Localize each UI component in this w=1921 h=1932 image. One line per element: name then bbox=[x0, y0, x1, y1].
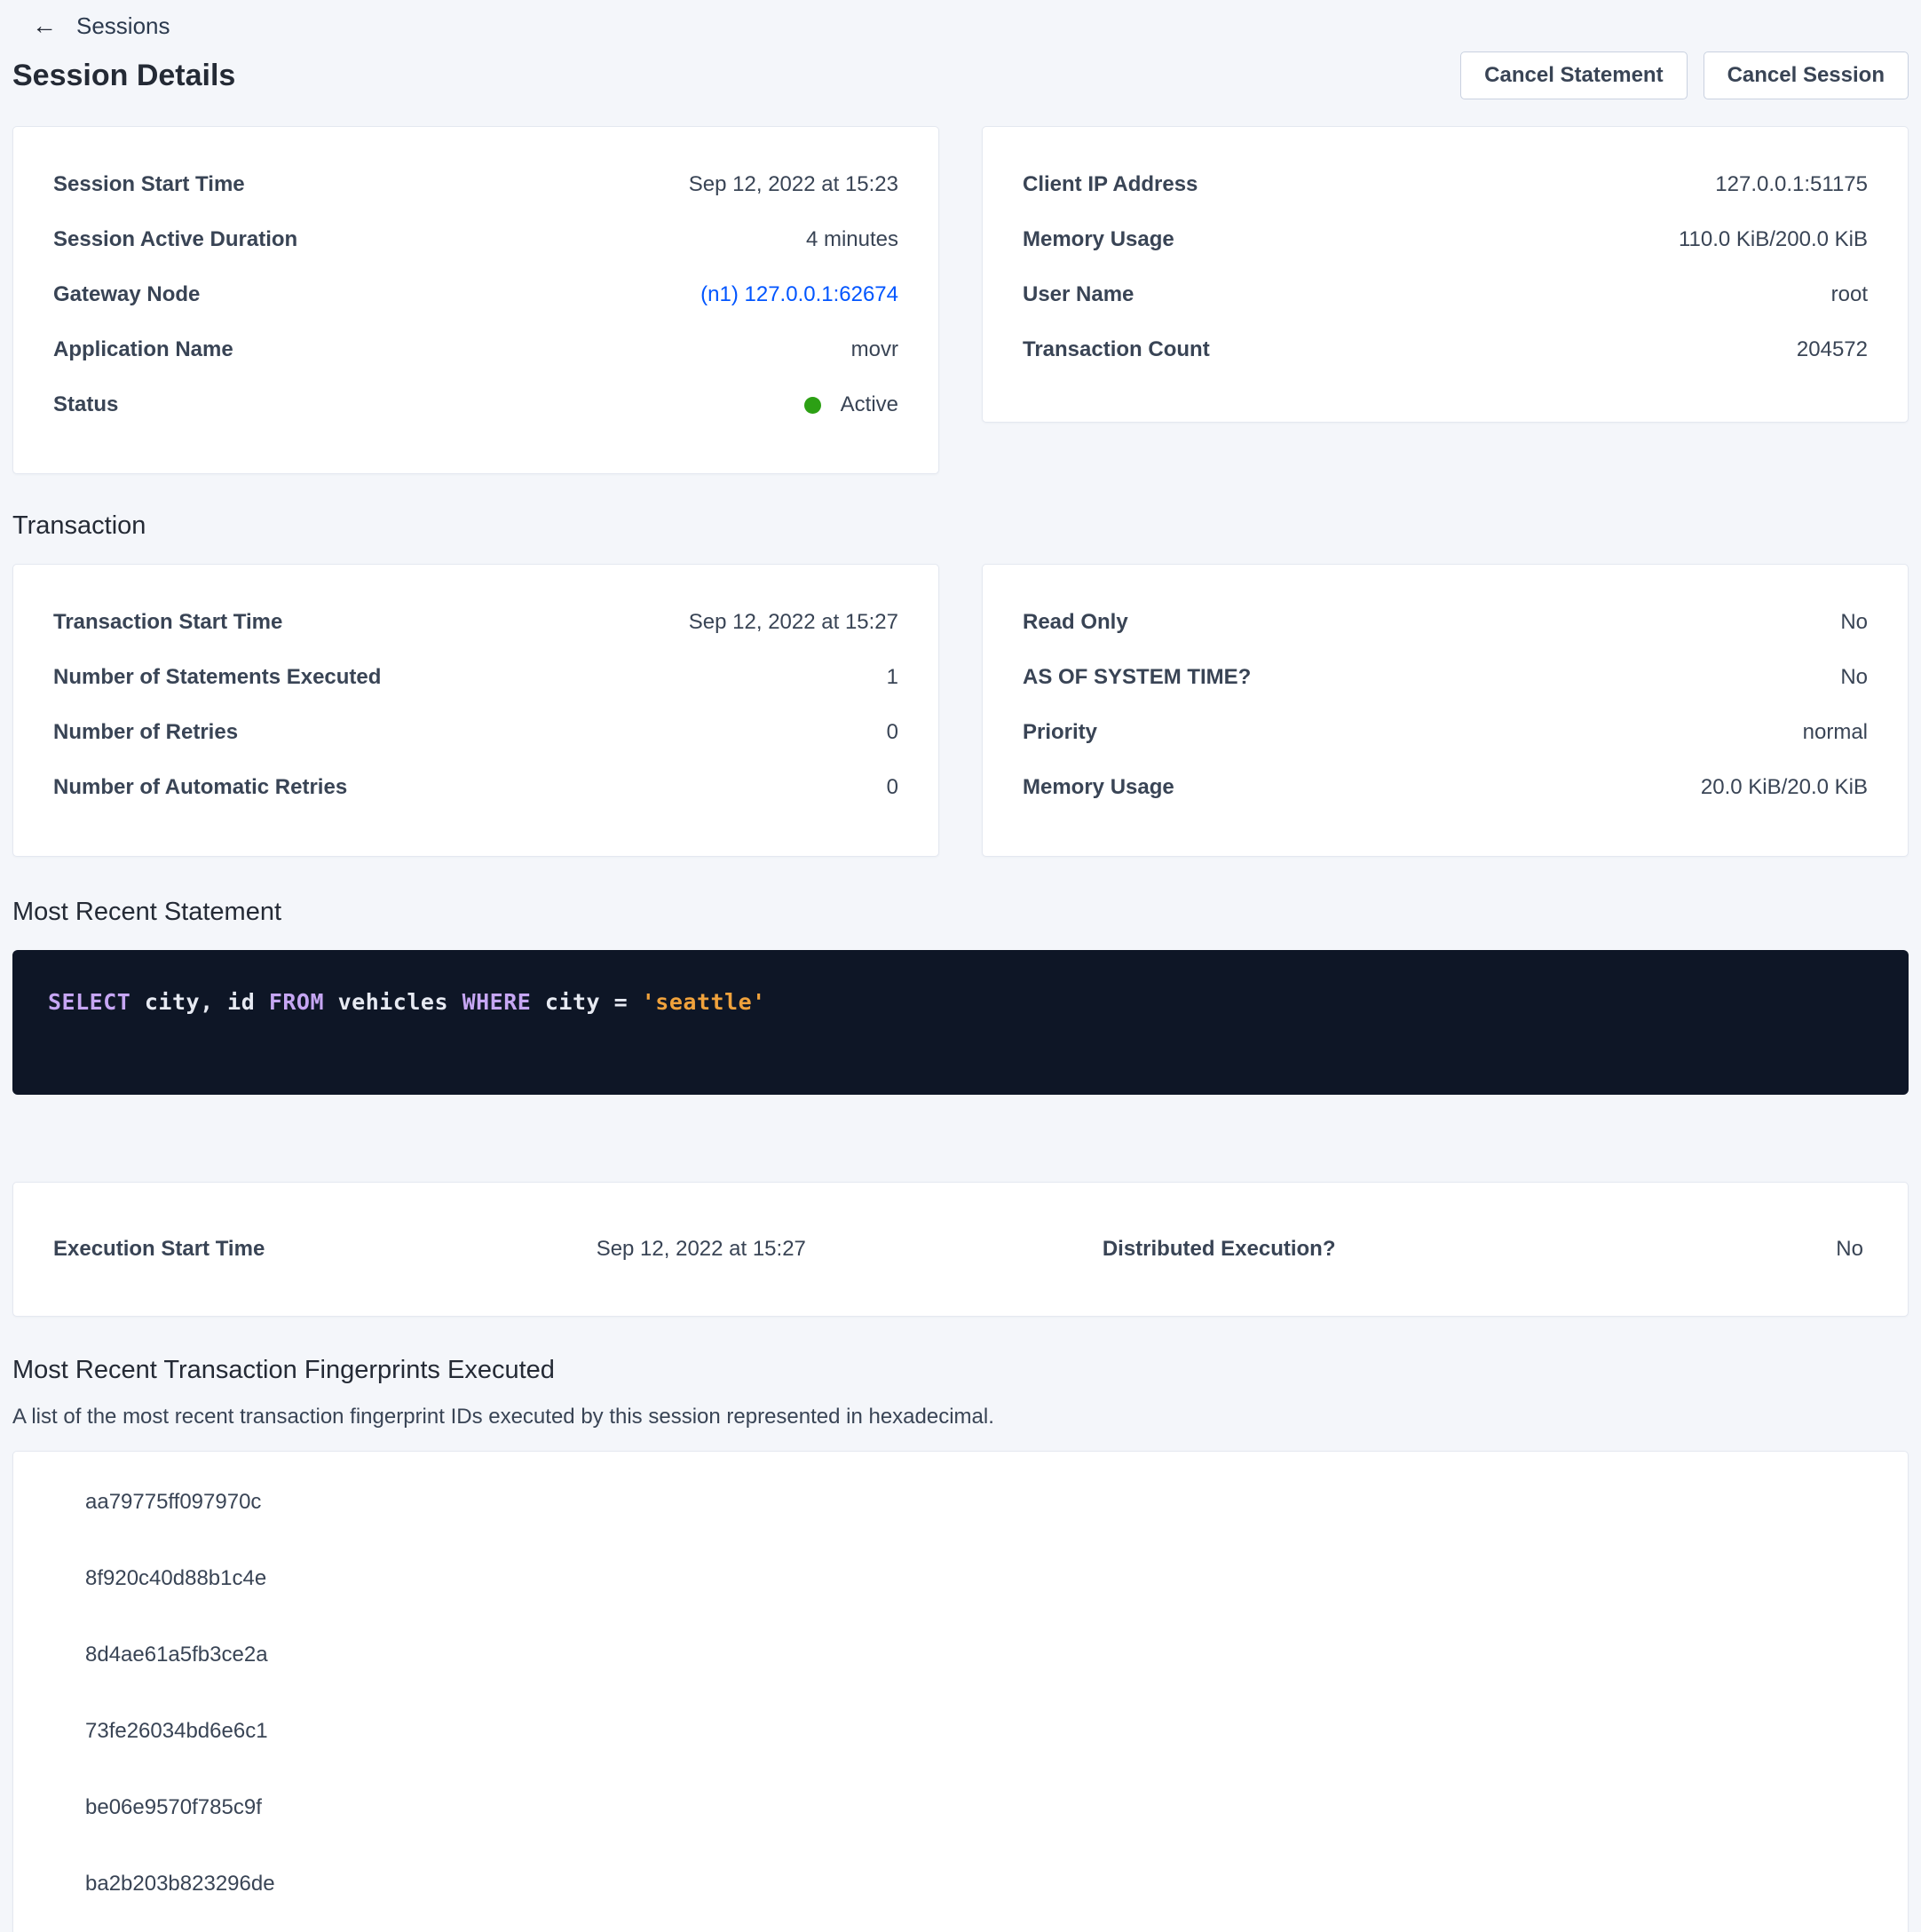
row-value: normal bbox=[1803, 720, 1868, 745]
fingerprint-list-item: 8d4ae61a5fb3ce2a bbox=[13, 1617, 1908, 1693]
transaction-start-time-row: Transaction Start Time Sep 12, 2022 at 1… bbox=[53, 595, 898, 650]
memory-usage-row: Memory Usage 110.0 KiB/200.0 KiB bbox=[1023, 212, 1868, 267]
session-summary-card-left: Session Start Time Sep 12, 2022 at 15:23… bbox=[12, 126, 939, 474]
status-row: Status Active bbox=[53, 377, 898, 432]
session-active-duration-row: Session Active Duration 4 minutes bbox=[53, 212, 898, 267]
execution-summary-card: Execution Start Time Sep 12, 2022 at 15:… bbox=[12, 1182, 1909, 1317]
row-label: Session Start Time bbox=[53, 172, 245, 197]
statements-executed-row: Number of Statements Executed 1 bbox=[53, 650, 898, 705]
most-recent-statement-heading: Most Recent Statement bbox=[12, 898, 1909, 927]
fingerprints-card: aa79775ff097970c 8f920c40d88b1c4e 8d4ae6… bbox=[12, 1451, 1909, 1932]
fingerprints-section-heading: Most Recent Transaction Fingerprints Exe… bbox=[12, 1356, 1909, 1385]
status-badge: Active bbox=[804, 392, 898, 417]
row-value: 204572 bbox=[1797, 337, 1868, 362]
transaction-count-row: Transaction Count 204572 bbox=[1023, 322, 1868, 377]
read-only-row: Read Only No bbox=[1023, 595, 1868, 650]
page-header: Session Details Cancel Statement Cancel … bbox=[0, 39, 1921, 99]
row-value: 127.0.0.1:51175 bbox=[1715, 172, 1868, 197]
application-name-row: Application Name movr bbox=[53, 322, 898, 377]
fingerprint-list-item: be06e9570f785c9f bbox=[13, 1770, 1908, 1846]
distributed-execution-value: No bbox=[1610, 1237, 1863, 1262]
status-active-dot-icon bbox=[804, 397, 821, 414]
row-label: Number of Statements Executed bbox=[53, 665, 381, 690]
priority-row: Priority normal bbox=[1023, 705, 1868, 760]
row-label: Gateway Node bbox=[53, 282, 200, 307]
gateway-node-row: Gateway Node (n1) 127.0.0.1:62674 bbox=[53, 267, 898, 322]
gateway-node-link[interactable]: (n1) 127.0.0.1:62674 bbox=[700, 282, 898, 307]
row-label: Transaction Count bbox=[1023, 337, 1210, 362]
row-label: Read Only bbox=[1023, 610, 1128, 635]
execution-start-time-label: Execution Start Time bbox=[53, 1237, 597, 1262]
row-label: Number of Retries bbox=[53, 720, 238, 745]
row-value: 110.0 KiB/200.0 KiB bbox=[1679, 227, 1868, 252]
transaction-memory-usage-row: Memory Usage 20.0 KiB/20.0 KiB bbox=[1023, 760, 1868, 815]
row-label: Number of Automatic Retries bbox=[53, 775, 347, 800]
execution-start-time-value: Sep 12, 2022 at 15:27 bbox=[597, 1237, 1067, 1262]
row-label: Priority bbox=[1023, 720, 1097, 745]
session-summary-card-right: Client IP Address 127.0.0.1:51175 Memory… bbox=[982, 126, 1909, 423]
row-value: Sep 12, 2022 at 15:27 bbox=[689, 610, 898, 635]
sql-text: city = bbox=[531, 989, 641, 1015]
row-value: No bbox=[1840, 610, 1868, 635]
row-label: Memory Usage bbox=[1023, 227, 1174, 252]
row-label: User Name bbox=[1023, 282, 1134, 307]
user-name-row: User Name root bbox=[1023, 267, 1868, 322]
session-summary-section: Session Start Time Sep 12, 2022 at 15:23… bbox=[12, 126, 1909, 474]
arrow-left-icon[interactable]: ← bbox=[32, 13, 57, 38]
header-actions: Cancel Statement Cancel Session bbox=[1460, 51, 1909, 99]
fingerprint-list-item: 73fe26034bd6e6c1 bbox=[13, 1693, 1908, 1770]
sql-text: city, id bbox=[130, 989, 269, 1015]
row-label: Application Name bbox=[53, 337, 233, 362]
row-value: 1 bbox=[887, 665, 898, 690]
fingerprint-list-item: ba2b203b823296de bbox=[13, 1846, 1908, 1922]
sql-keyword: SELECT bbox=[48, 989, 130, 1015]
row-label: Memory Usage bbox=[1023, 775, 1174, 800]
sql-keyword: WHERE bbox=[462, 989, 532, 1015]
row-value: 0 bbox=[887, 720, 898, 745]
row-label: Session Active Duration bbox=[53, 227, 297, 252]
fingerprints-description: A list of the most recent transaction fi… bbox=[12, 1405, 1909, 1429]
row-value: Sep 12, 2022 at 15:23 bbox=[689, 172, 898, 197]
fingerprint-list-item: 8f920c40d88b1c4e bbox=[13, 1540, 1908, 1617]
row-value: root bbox=[1831, 282, 1868, 307]
cancel-statement-button[interactable]: Cancel Statement bbox=[1460, 51, 1687, 99]
session-start-time-row: Session Start Time Sep 12, 2022 at 15:23 bbox=[53, 157, 898, 212]
automatic-retries-row: Number of Automatic Retries 0 bbox=[53, 760, 898, 815]
row-value: movr bbox=[851, 337, 898, 362]
sql-statement-box: SELECT city, id FROM vehicles WHERE city… bbox=[12, 950, 1909, 1095]
breadcrumb: ← Sessions bbox=[0, 0, 1921, 39]
cancel-session-button[interactable]: Cancel Session bbox=[1704, 51, 1909, 99]
row-value: No bbox=[1840, 665, 1868, 690]
row-label: Client IP Address bbox=[1023, 172, 1198, 197]
page-title: Session Details bbox=[12, 59, 235, 93]
row-value: 4 minutes bbox=[806, 227, 898, 252]
sql-keyword: FROM bbox=[269, 989, 324, 1015]
row-value: 20.0 KiB/20.0 KiB bbox=[1701, 775, 1868, 800]
sql-string-literal: 'seattle' bbox=[642, 989, 766, 1015]
as-of-system-time-row: AS OF SYSTEM TIME? No bbox=[1023, 650, 1868, 705]
breadcrumb-sessions-link[interactable]: Sessions bbox=[76, 12, 170, 40]
number-of-retries-row: Number of Retries 0 bbox=[53, 705, 898, 760]
status-value: Active bbox=[841, 392, 898, 417]
sql-text: vehicles bbox=[324, 989, 462, 1015]
row-label: Status bbox=[53, 392, 118, 417]
transaction-card-right: Read Only No AS OF SYSTEM TIME? No Prior… bbox=[982, 564, 1909, 857]
transaction-card-left: Transaction Start Time Sep 12, 2022 at 1… bbox=[12, 564, 939, 857]
client-ip-row: Client IP Address 127.0.0.1:51175 bbox=[1023, 157, 1868, 212]
row-label: Transaction Start Time bbox=[53, 610, 282, 635]
row-label: AS OF SYSTEM TIME? bbox=[1023, 665, 1251, 690]
transaction-section-heading: Transaction bbox=[12, 511, 1909, 541]
transaction-section: Transaction Start Time Sep 12, 2022 at 1… bbox=[12, 564, 1909, 857]
distributed-execution-label: Distributed Execution? bbox=[1067, 1237, 1610, 1262]
fingerprint-list-item: aa79775ff097970c bbox=[13, 1464, 1908, 1540]
row-value: 0 bbox=[887, 775, 898, 800]
